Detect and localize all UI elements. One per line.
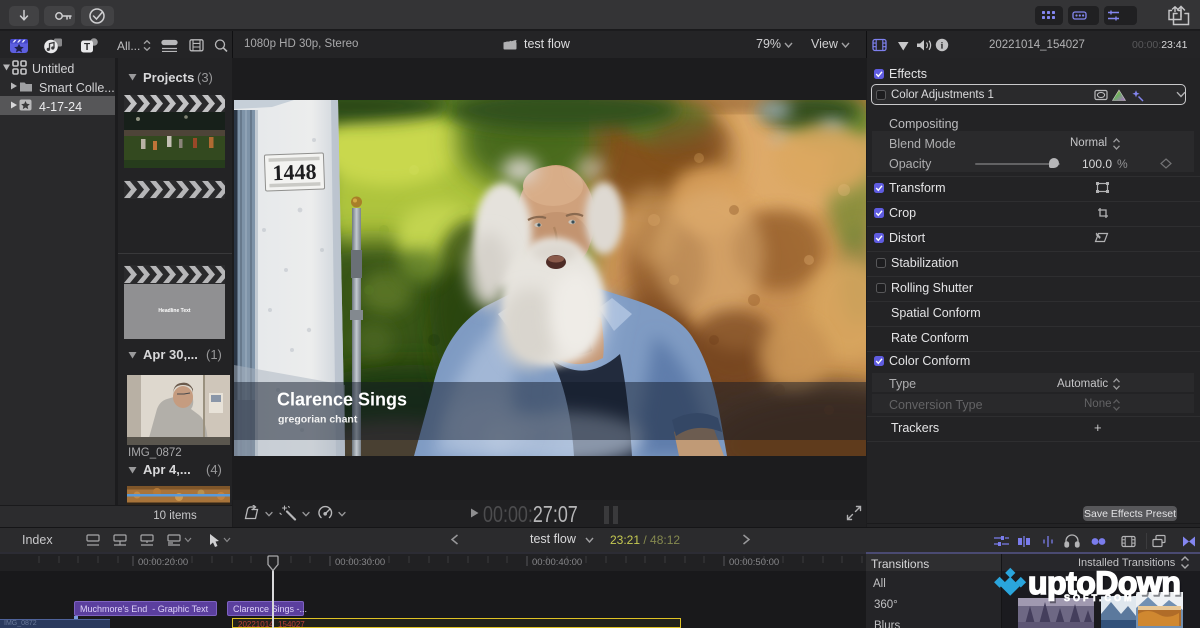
svg-text:00:00:20:00: 00:00:20:00 bbox=[138, 557, 188, 568]
svg-text:SOFT.COM: SOFT.COM bbox=[1064, 593, 1135, 603]
svg-text:i: i bbox=[941, 42, 944, 52]
svg-text:1448: 1448 bbox=[272, 159, 317, 186]
svg-text:00:00:50:00: 00:00:50:00 bbox=[729, 557, 779, 568]
svg-text:00:00:30:00: 00:00:30:00 bbox=[335, 557, 385, 568]
svg-text:gregorian chant: gregorian chant bbox=[278, 414, 358, 426]
svg-text:00:00:40:00: 00:00:40:00 bbox=[532, 557, 582, 568]
svg-text:Clarence Sings: Clarence Sings bbox=[277, 390, 407, 410]
svg-text:T: T bbox=[84, 42, 90, 53]
